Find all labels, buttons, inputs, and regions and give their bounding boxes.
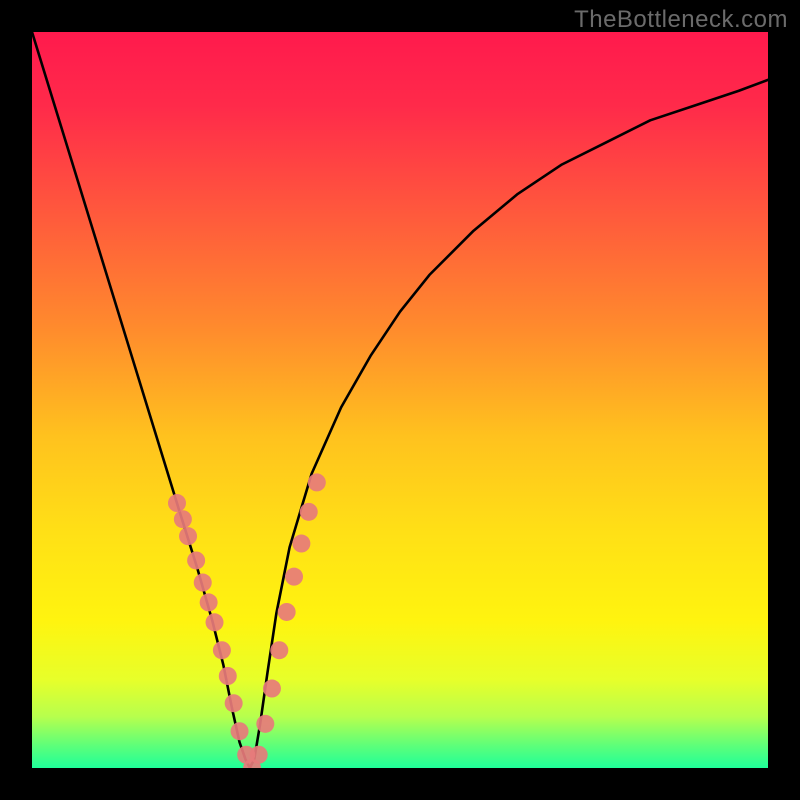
plot-area (32, 32, 768, 768)
chart-frame: TheBottleneck.com (0, 0, 800, 800)
dot-overlay (32, 32, 768, 768)
watermark-text: TheBottleneck.com (574, 6, 788, 34)
